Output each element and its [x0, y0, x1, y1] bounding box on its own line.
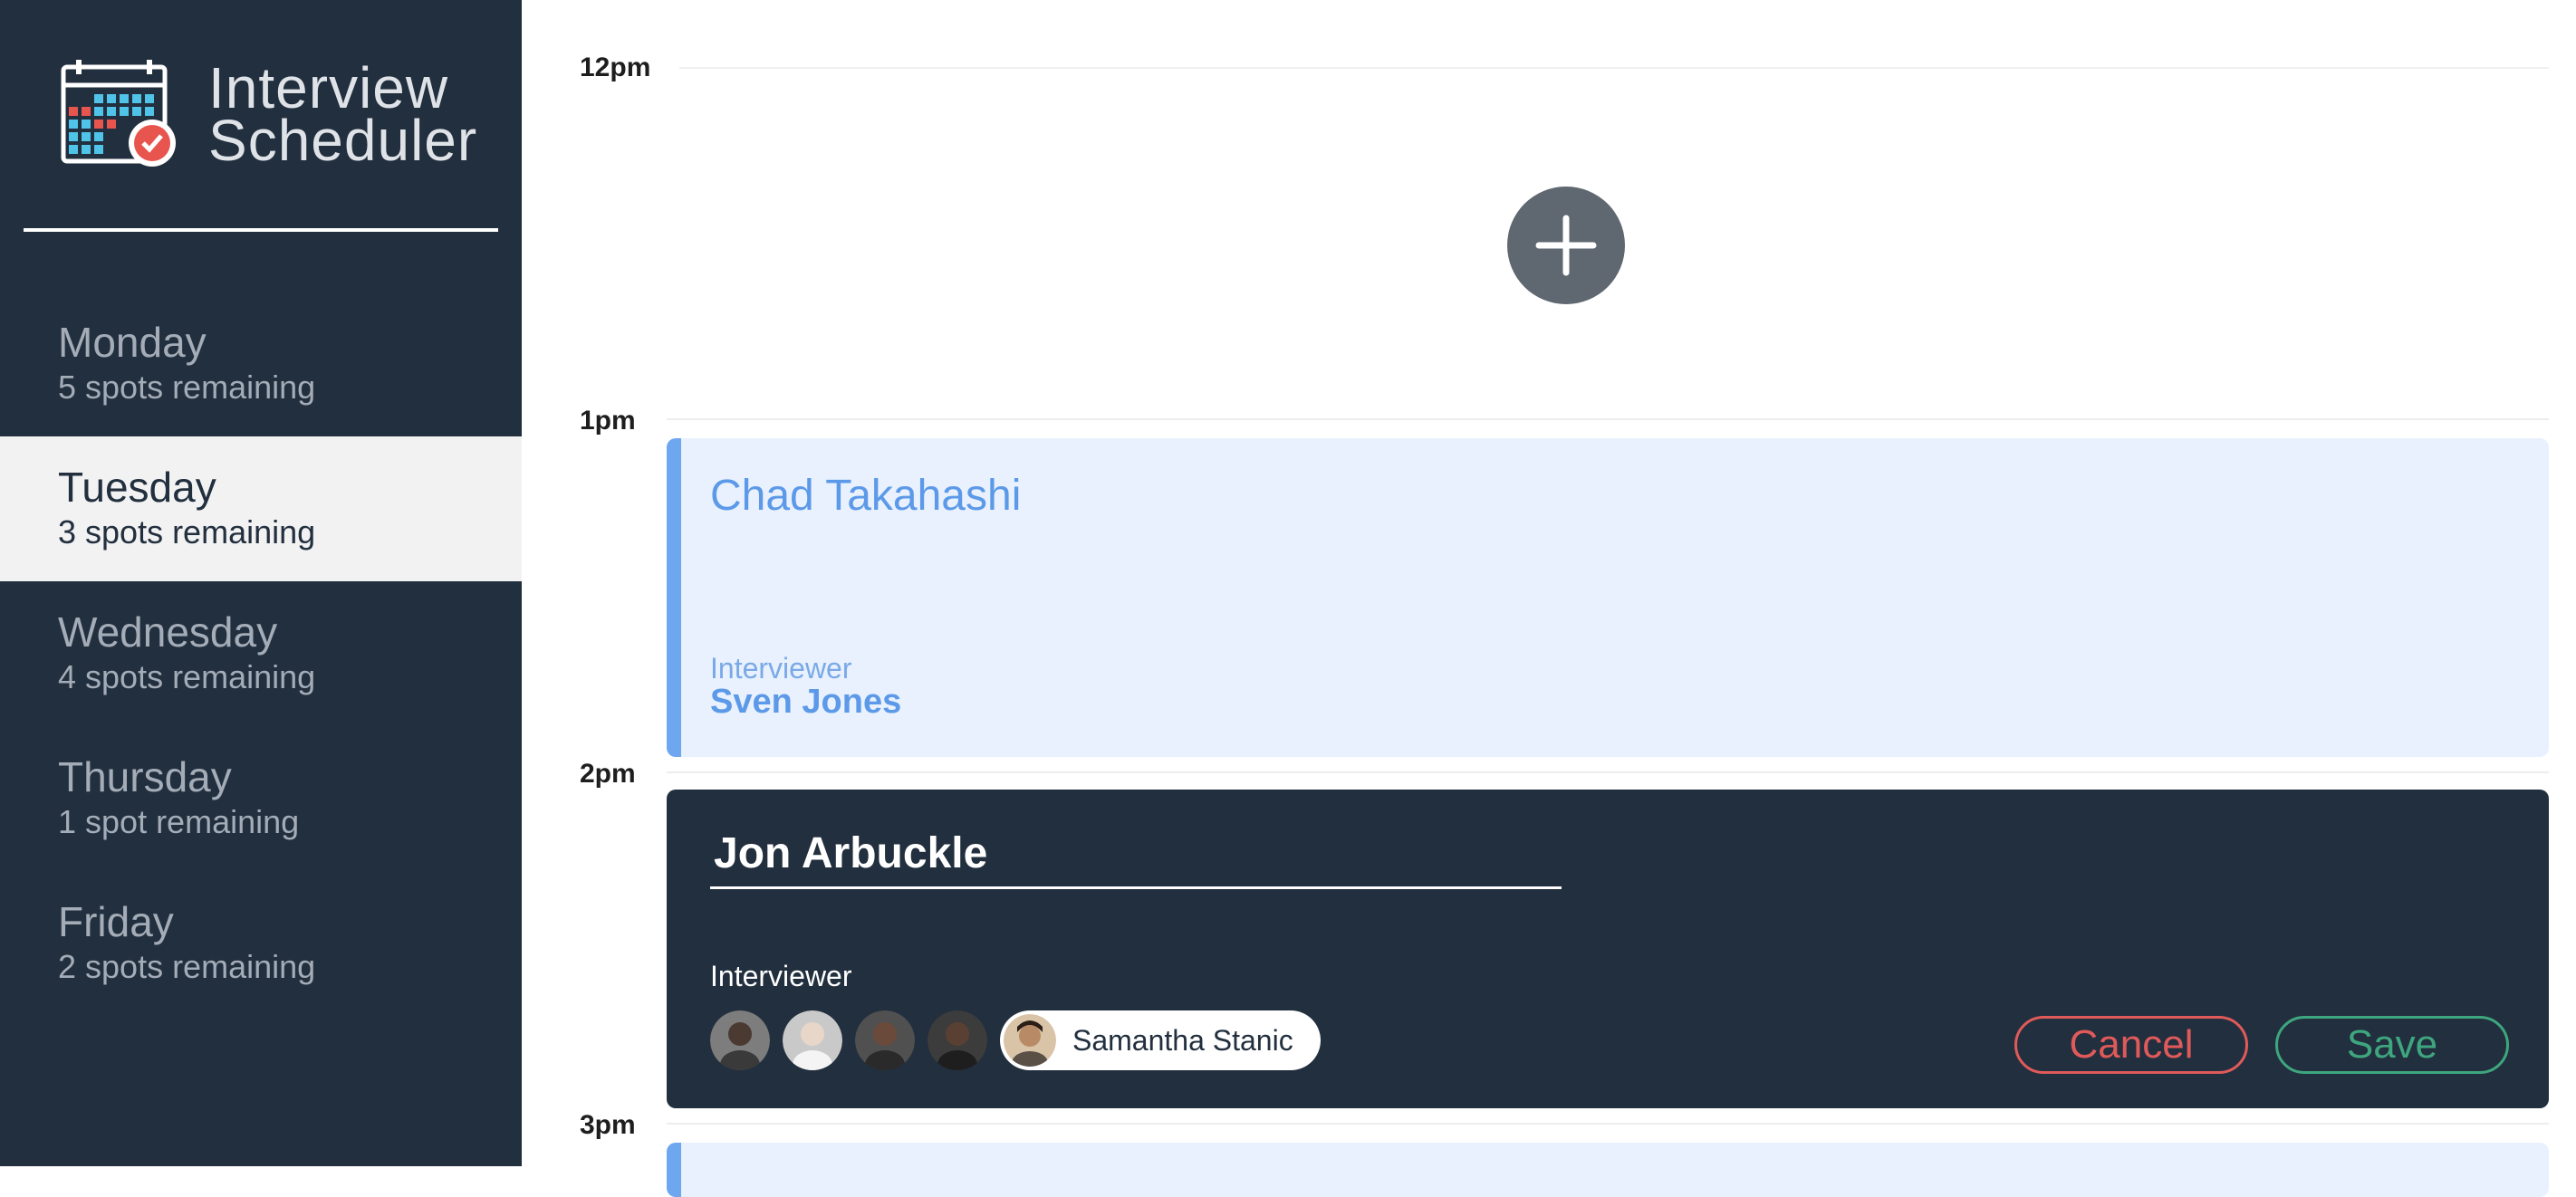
avatar-image: [1004, 1014, 1056, 1067]
day-spots: 1 spot remaining: [58, 803, 300, 840]
avatar-image: [783, 1010, 842, 1070]
day-name: Friday: [58, 898, 174, 945]
appointment-card[interactable]: Chad Takahashi Interviewer Sven Jones: [667, 438, 2549, 757]
interviewer-avatar[interactable]: [855, 1010, 915, 1070]
selected-interviewer-name: Samantha Stanic: [1072, 1023, 1293, 1057]
hour-divider: [667, 771, 2549, 773]
interviewer-label: Interviewer: [710, 652, 852, 685]
interviewer-avatar: [1004, 1014, 1056, 1067]
student-name: Chad Takahashi: [710, 472, 1022, 520]
brand: Interview Scheduler: [58, 56, 477, 172]
appointment-form: Interviewer: [667, 790, 2549, 1108]
student-name-input[interactable]: [710, 820, 1562, 889]
cancel-button[interactable]: Cancel: [2014, 1016, 2248, 1074]
day-spots: 4 spots remaining: [58, 658, 316, 695]
interviewer-avatar[interactable]: [710, 1010, 770, 1070]
hour-divider: [667, 418, 2549, 420]
avatar-image: [855, 1010, 915, 1070]
appointment-card[interactable]: [667, 1143, 2549, 1197]
sidebar: Interview Scheduler Monday 5 spots remai…: [0, 0, 522, 1166]
day-name: Wednesday: [58, 608, 278, 656]
interviewer-name: Sven Jones: [710, 683, 902, 721]
time-label-12pm: 12pm: [580, 53, 651, 82]
time-label-1pm: 1pm: [580, 406, 636, 436]
app-title-line1: Interview: [208, 55, 449, 120]
schedule: 12pm 1pm Chad Takahashi Interviewer Sven…: [522, 0, 2576, 1197]
day-item-friday[interactable]: Friday 2 spots remaining: [0, 871, 522, 1016]
app-title: Interview Scheduler: [208, 55, 478, 173]
time-label-3pm: 3pm: [580, 1110, 636, 1140]
time-label-2pm: 2pm: [580, 759, 636, 789]
interviewer-avatar[interactable]: [783, 1010, 842, 1070]
hour-divider: [667, 1123, 2549, 1125]
selected-interviewer[interactable]: Samantha Stanic: [1000, 1010, 1321, 1070]
day-spots: 2 spots remaining: [58, 948, 316, 985]
sidebar-divider: [24, 228, 498, 232]
day-item-tuesday[interactable]: Tuesday 3 spots remaining: [0, 436, 522, 581]
day-spots: 3 spots remaining: [58, 513, 316, 551]
interviewer-label: Interviewer: [710, 960, 852, 992]
calendar-check-icon: [61, 60, 176, 167]
day-name: Monday: [58, 319, 207, 366]
avatar-image: [928, 1010, 987, 1070]
interviewer-list: Samantha Stanic: [710, 1010, 1321, 1070]
interviewer-avatar[interactable]: [928, 1010, 987, 1070]
day-item-monday[interactable]: Monday 5 spots remaining: [0, 292, 522, 436]
day-name: Tuesday: [58, 464, 216, 511]
add-appointment-button[interactable]: [1507, 187, 1625, 304]
day-name: Thursday: [58, 753, 232, 800]
day-list: Monday 5 spots remaining Tuesday 3 spots…: [0, 292, 522, 1016]
save-button[interactable]: Save: [2275, 1016, 2509, 1074]
day-item-thursday[interactable]: Thursday 1 spot remaining: [0, 726, 522, 871]
app-title-line2: Scheduler: [208, 108, 478, 173]
day-spots: 5 spots remaining: [58, 369, 316, 406]
day-item-wednesday[interactable]: Wednesday 4 spots remaining: [0, 581, 522, 726]
plus-icon: [1535, 215, 1597, 276]
avatar-image: [710, 1010, 770, 1070]
hour-divider: [679, 67, 2549, 69]
